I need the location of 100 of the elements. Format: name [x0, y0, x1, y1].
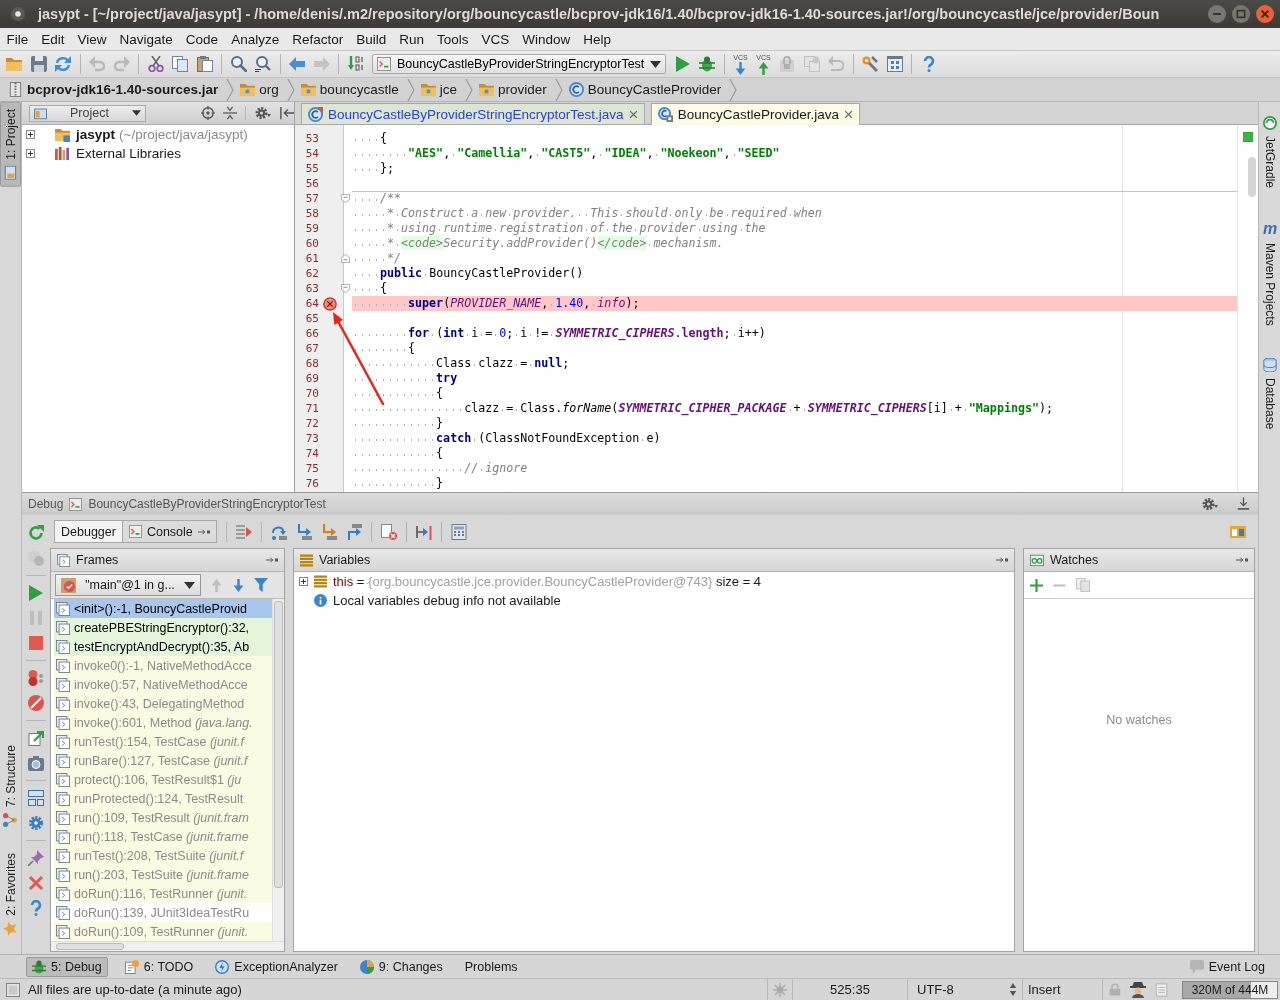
menu-item[interactable]: View [71, 31, 114, 47]
event-log-button[interactable]: Event Log [1184, 956, 1270, 977]
refresh-icon[interactable] [55, 56, 71, 72]
replace-icon[interactable] [255, 56, 271, 72]
settings-icon[interactable] [254, 105, 272, 121]
tree-item[interactable]: External Libraries [76, 146, 182, 161]
breadcrumb-item[interactable]: bcprov-jdk16-1.40-sources.jar [27, 82, 219, 97]
breadcrumb-item[interactable]: provider [497, 82, 547, 97]
expand-icon[interactable] [26, 130, 35, 139]
paste-icon[interactable] [196, 56, 213, 72]
fold-marker-icon[interactable] [341, 194, 350, 203]
copy-icon[interactable] [172, 56, 188, 72]
stop-icon[interactable] [28, 635, 44, 651]
copy-icon[interactable] [1076, 578, 1090, 592]
layout-icon[interactable] [28, 790, 44, 806]
restore-layout-icon[interactable] [1230, 523, 1246, 540]
menu-item[interactable]: Window [515, 31, 577, 47]
man-in-hat-icon[interactable] [1130, 981, 1146, 998]
breadcrumb-item[interactable]: BouncyCastleProvider [587, 82, 722, 97]
tool-window-button[interactable]: ExceptionAnalyzer [210, 956, 343, 977]
collapse-icon[interactable] [223, 106, 237, 120]
cut-icon[interactable] [147, 56, 164, 72]
menu-item[interactable]: VCS [475, 31, 516, 47]
filter-icon[interactable] [254, 578, 268, 592]
breakpoints-icon[interactable] [28, 670, 44, 686]
variable-entry[interactable]: this = {org.bouncycastle.jce.provider.BouncyCastleProvider@743} size = 4 [333, 574, 762, 589]
pin-icon[interactable] [28, 850, 44, 866]
execution-point-icon[interactable] [235, 523, 252, 540]
close-icon[interactable] [844, 110, 853, 119]
back-icon[interactable] [289, 56, 305, 72]
play-icon[interactable] [674, 56, 691, 72]
menu-item[interactable]: Refactor [285, 31, 350, 47]
menu-item[interactable]: Analyze [224, 31, 286, 47]
export-icon[interactable] [28, 730, 44, 746]
menu-item[interactable]: Code [179, 31, 225, 47]
breakpoint-icon[interactable] [323, 296, 337, 311]
breadcrumb-item[interactable]: org [259, 82, 279, 97]
hide-icon[interactable] [266, 557, 278, 563]
run-to-cursor-icon[interactable] [415, 523, 432, 540]
document-icon[interactable] [1155, 982, 1168, 997]
app-menu-icon[interactable] [11, 7, 25, 21]
menu-item[interactable]: Run [392, 31, 431, 47]
down-arrow-icon[interactable] [232, 578, 245, 592]
stack-frame[interactable]: <init>():-1, BouncyCastleProvid [54, 599, 272, 618]
scrollbar-thumb[interactable] [274, 601, 283, 888]
menu-item[interactable]: Build [349, 31, 393, 47]
run-configuration-dropdown[interactable]: BouncyCastleByProviderStringEncryptorTest [372, 54, 667, 74]
floppy-icon[interactable] [30, 56, 47, 72]
tool-window-button[interactable]: 6: TODO [119, 956, 199, 977]
crosshair-icon[interactable] [201, 106, 215, 120]
undo-icon[interactable] [89, 56, 105, 72]
settings-icon[interactable] [1201, 496, 1219, 512]
stack-frame[interactable]: createPBEStringEncryptor():32, [54, 618, 272, 637]
tool-window-tab[interactable]: JetGradle [1259, 110, 1280, 195]
wrench-icon[interactable] [862, 56, 879, 72]
view-dropdown[interactable]: Project [29, 104, 146, 122]
revert-icon[interactable] [828, 56, 845, 72]
expand-icon[interactable] [299, 577, 308, 586]
menu-item[interactable]: Edit [34, 31, 72, 47]
drop-frame-icon[interactable] [380, 523, 397, 540]
tool-window-tab[interactable]: 1: Project [0, 102, 21, 187]
insert-mode[interactable]: Insert [1028, 982, 1061, 997]
slashed-circle-icon[interactable] [28, 695, 44, 711]
remove-icon[interactable] [1053, 583, 1066, 587]
maximize-icon[interactable] [1232, 5, 1250, 23]
tool-window-tab[interactable]: 7: Structure [0, 739, 21, 834]
minimize-icon[interactable] [1237, 497, 1250, 511]
menu-item[interactable]: File [0, 31, 35, 47]
search-icon[interactable] [230, 56, 247, 72]
scrollbar-thumb[interactable] [56, 943, 124, 950]
step-into-icon[interactable] [295, 523, 312, 540]
fold-marker-icon[interactable] [341, 284, 350, 293]
help-icon[interactable] [28, 900, 44, 916]
folder-icon[interactable] [6, 56, 22, 72]
resume-icon[interactable] [28, 585, 44, 601]
panel-toggle-icon[interactable] [6, 982, 20, 997]
menu-item[interactable]: Tools [430, 31, 475, 47]
menu-item[interactable]: Help [576, 31, 618, 47]
tool-window-tab[interactable]: Database [1259, 351, 1280, 436]
close-icon[interactable] [28, 875, 44, 891]
breadcrumb-item[interactable]: jce [439, 82, 457, 97]
file-encoding[interactable]: UTF-8 [917, 982, 954, 997]
bug-icon[interactable] [699, 56, 716, 72]
minimize-icon[interactable] [1208, 5, 1226, 23]
memory-indicator[interactable]: 320M of 444M [1182, 980, 1278, 999]
tool-window-button[interactable]: 5: Debug [26, 956, 108, 977]
hide-icon[interactable] [996, 557, 1008, 563]
hide-icon[interactable] [1236, 557, 1248, 563]
force-step-into-icon[interactable] [320, 523, 337, 540]
editor-tab[interactable]: BouncyCastleByProviderStringEncryptorTest.java [301, 103, 645, 124]
add-icon[interactable] [1030, 578, 1043, 592]
camera-icon[interactable] [28, 755, 44, 771]
debugger-tab[interactable]: Console [122, 521, 216, 542]
scrollbar-thumb[interactable] [1248, 157, 1256, 197]
fold-marker-icon[interactable] [341, 254, 350, 263]
tool-window-button[interactable]: Problems [459, 956, 523, 977]
hide-icon[interactable] [280, 106, 294, 120]
grid-icon[interactable] [886, 56, 903, 72]
rerun-icon[interactable] [28, 525, 44, 541]
tool-window-tab[interactable]: m Maven Projects [1259, 214, 1280, 332]
